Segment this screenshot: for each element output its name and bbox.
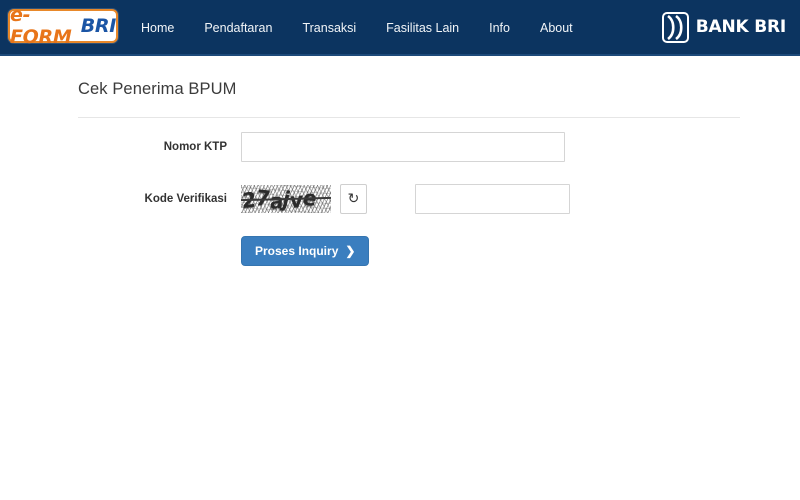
captcha-image: 27ajve (241, 185, 331, 213)
ktp-label: Nomor KTP (163, 141, 227, 153)
form-row-submit: Proses Inquiry ❯ (78, 236, 740, 266)
bri-chevrons-icon (661, 11, 689, 43)
bank-bri-text: BANK BRI (695, 17, 786, 37)
title-divider (78, 117, 740, 118)
nav-item-pendaftaran[interactable]: Pendaftaran (189, 0, 287, 56)
navbar-links: Home Pendaftaran Transaksi Fasilitas Lai… (126, 0, 588, 56)
proses-inquiry-button[interactable]: Proses Inquiry ❯ (241, 236, 370, 266)
refresh-icon[interactable]: ↻ (340, 184, 367, 214)
nav-item-fasilitas-lain[interactable]: Fasilitas Lain (371, 0, 474, 56)
page-content: Cek Penerima BPUM Nomor KTP Kode Verifik… (78, 80, 740, 266)
page-title: Cek Penerima BPUM (78, 80, 237, 98)
nav-item-home[interactable]: Home (126, 0, 189, 56)
bpum-check-form: Nomor KTP Kode Verifikasi 27ajve ↻ Prose… (78, 132, 740, 266)
nav-item-transaksi[interactable]: Transaksi (287, 0, 371, 56)
brand-bri-text: BRI (80, 15, 117, 37)
eform-bri-logo[interactable]: e-FORM BRI (8, 4, 118, 48)
form-row-kode-verifikasi: Kode Verifikasi 27ajve ↻ (78, 184, 740, 214)
ktp-input[interactable] (241, 132, 565, 162)
chevron-right-icon: ❯ (345, 244, 356, 258)
nav-item-about[interactable]: About (525, 0, 588, 56)
form-row-ktp: Nomor KTP (78, 132, 740, 162)
brand-eform-text: e-FORM (10, 4, 72, 48)
bank-bri-logo: BANK BRI (661, 10, 786, 44)
top-navbar: e-FORM BRI Home Pendaftaran Transaksi Fas… (0, 0, 800, 56)
nav-item-info[interactable]: Info (474, 0, 525, 56)
kode-verifikasi-input[interactable] (415, 184, 570, 214)
kode-verifikasi-label: Kode Verifikasi (144, 193, 227, 205)
submit-spacer (78, 236, 241, 266)
proses-inquiry-label: Proses Inquiry (255, 244, 339, 258)
captcha-group: 27ajve ↻ (241, 184, 570, 214)
